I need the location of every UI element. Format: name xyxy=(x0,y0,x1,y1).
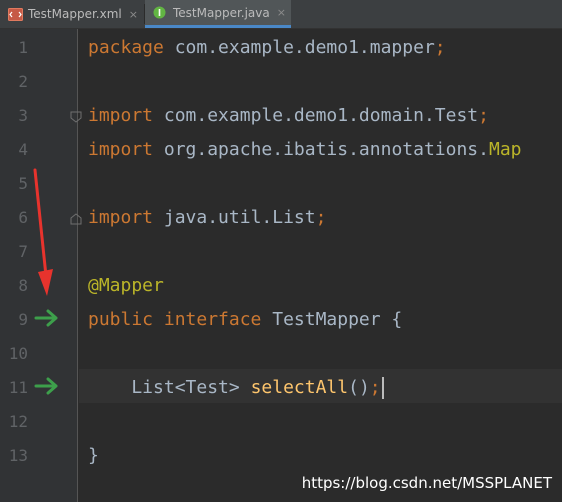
line-number: 7 xyxy=(18,242,28,261)
code-token: import xyxy=(88,207,154,228)
fold-marker-icon[interactable] xyxy=(70,111,82,123)
line-number: 4 xyxy=(18,140,28,159)
tab-testmapper-java[interactable]: TestMapper.java × xyxy=(145,0,291,28)
line-number: 9 xyxy=(18,310,28,329)
line-number: 3 xyxy=(18,106,28,125)
code-line[interactable]: 7 xyxy=(0,235,562,269)
line-number: 10 xyxy=(8,344,28,363)
line-number: 12 xyxy=(8,412,28,431)
code-line[interactable]: 4 import org.apache.ibatis.annotations.Ma… xyxy=(0,133,562,167)
watermark: https://blog.csdn.net/MSSPLANET xyxy=(301,474,552,492)
code-line[interactable]: 5 xyxy=(0,167,562,201)
code-token: import xyxy=(88,105,154,126)
code-line[interactable]: 2 xyxy=(0,65,562,99)
code-token: Map xyxy=(488,139,522,160)
line-number: 2 xyxy=(18,72,28,91)
fold-marker-icon[interactable] xyxy=(70,213,82,225)
tab-testmapper-xml[interactable]: TestMapper.xml × xyxy=(0,0,144,28)
code-token: public interface xyxy=(88,309,262,330)
code-text[interactable]: import java.util.List; xyxy=(88,201,326,235)
code-token: org.apache.ibatis.annotations. xyxy=(153,139,489,160)
code-token: @Mapper xyxy=(88,275,164,296)
code-token: TestMapper { xyxy=(261,309,403,330)
code-text[interactable]: } xyxy=(88,439,99,473)
code-token: package xyxy=(88,37,164,58)
code-line[interactable]: 9 public interface TestMapper { xyxy=(0,303,562,337)
implementation-arrow-icon[interactable] xyxy=(34,308,60,328)
editor-tab-bar: TestMapper.xml × TestMapper.java × xyxy=(0,0,562,29)
code-text[interactable]: package com.example.demo1.mapper; xyxy=(88,31,446,65)
line-number: 1 xyxy=(18,38,28,57)
code-line[interactable]: 11 List<Test> selectAll(); xyxy=(0,371,562,405)
code-token: ; xyxy=(315,207,327,228)
code-token: ; xyxy=(369,377,381,398)
close-icon[interactable]: × xyxy=(277,6,286,19)
close-icon[interactable]: × xyxy=(129,8,138,21)
implementation-arrow-icon[interactable] xyxy=(34,376,60,396)
code-line[interactable]: 1 package com.example.demo1.mapper; xyxy=(0,31,562,65)
code-token: ; xyxy=(434,37,446,58)
red-annotation-arrow-icon xyxy=(33,168,53,296)
line-number: 6 xyxy=(18,208,28,227)
code-token: import xyxy=(88,139,154,160)
code-text[interactable]: import org.apache.ibatis.annotations.Map xyxy=(88,133,522,167)
tab-label: TestMapper.xml xyxy=(28,7,122,21)
code-token: selectAll xyxy=(250,377,349,398)
java-interface-icon xyxy=(153,6,166,19)
code-line[interactable]: 13} xyxy=(0,439,562,473)
line-number: 13 xyxy=(8,446,28,465)
tab-label: TestMapper.java xyxy=(173,5,270,20)
code-token: ; xyxy=(478,105,489,126)
code-token: () xyxy=(348,377,370,398)
code-line[interactable]: 8 @Mapper xyxy=(0,269,562,303)
code-line[interactable]: 3 import com.example.demo1.domain.Test; xyxy=(0,99,562,133)
line-number: 8 xyxy=(18,276,28,295)
text-caret xyxy=(381,377,384,399)
code-token: java.util.List xyxy=(153,207,316,228)
code-token: } xyxy=(88,445,99,466)
line-number: 11 xyxy=(8,378,28,397)
code-text[interactable]: import com.example.demo1.domain.Test; xyxy=(88,99,489,133)
code-text[interactable]: public interface TestMapper { xyxy=(88,303,402,337)
xml-file-icon xyxy=(8,7,23,21)
code-token: com.example.demo1.mapper xyxy=(163,37,435,58)
line-number: 5 xyxy=(18,174,28,193)
code-text[interactable]: @Mapper xyxy=(88,269,164,303)
code-line[interactable]: 12 xyxy=(0,405,562,439)
code-token: List<Test> xyxy=(88,377,251,398)
code-text[interactable]: List<Test> selectAll(); xyxy=(88,371,384,405)
code-line[interactable]: 10 xyxy=(0,337,562,371)
code-token: com.example.demo1.domain.Test xyxy=(153,105,479,126)
code-line[interactable]: 6 import java.util.List; xyxy=(0,201,562,235)
